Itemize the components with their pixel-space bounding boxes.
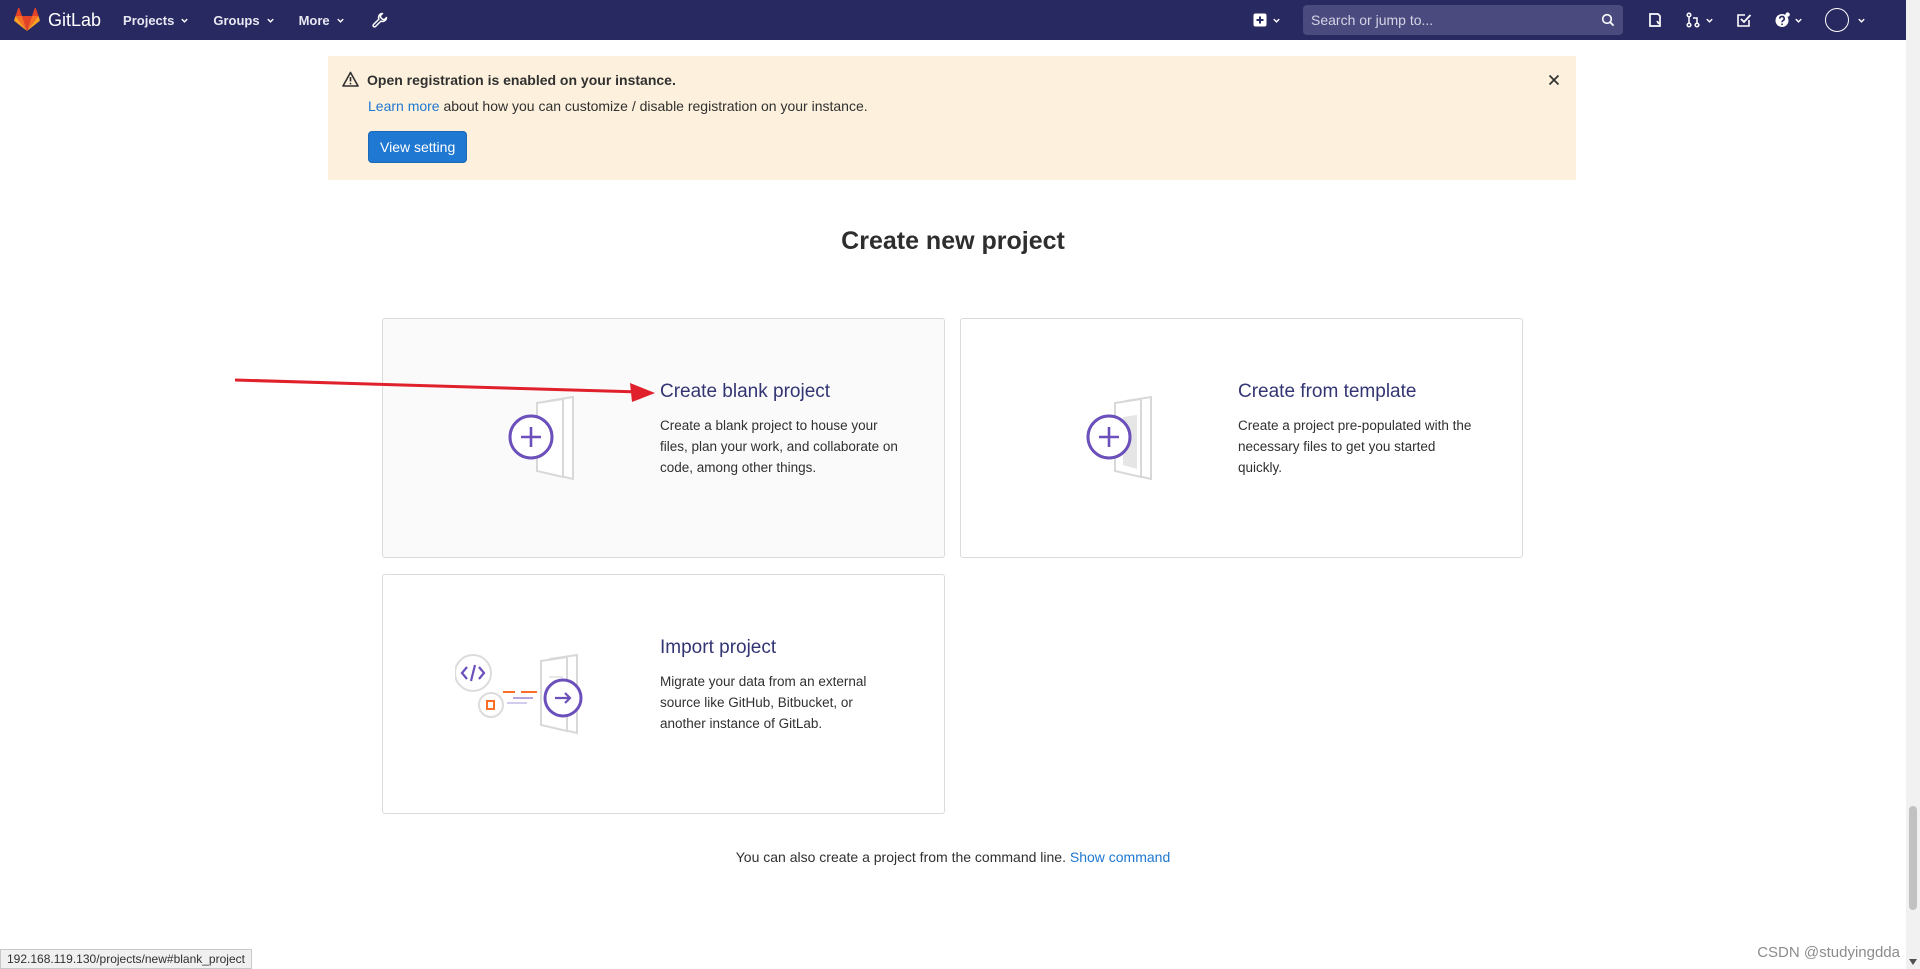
annotation-arrow-icon	[234, 378, 655, 402]
watermark: CSDN @studyingdda	[1757, 944, 1900, 961]
page-title: Create new project	[841, 227, 1065, 255]
card-title: Create from template	[1238, 381, 1417, 402]
card-description: Create a blank project to house your fil…	[660, 418, 898, 475]
chevron-down-icon	[1706, 18, 1713, 23]
import-project-card[interactable]: Import project Migrate your data from an…	[382, 574, 945, 814]
card-description: Create a project pre-populated with the …	[1238, 418, 1472, 475]
template-illustration-icon	[1086, 395, 1152, 481]
chevron-down-icon	[1858, 18, 1865, 23]
import-illustration-icon	[455, 653, 583, 735]
page-scrollbar[interactable]	[1906, 0, 1920, 969]
card-title: Import project	[660, 637, 777, 658]
todo-check-icon	[1737, 14, 1752, 27]
search-input[interactable]	[1311, 12, 1601, 28]
help-question-icon	[1775, 12, 1790, 27]
merge-requests-dropdown[interactable]	[1685, 12, 1714, 28]
plus-square-icon	[1253, 13, 1267, 27]
issues-button[interactable]	[1647, 12, 1663, 28]
nav-projects-label: Projects	[123, 12, 175, 28]
warning-icon	[342, 71, 359, 87]
chevron-down-icon	[181, 18, 189, 23]
nav-more-label: More	[298, 12, 330, 28]
banner-title: Open registration is enabled on your ins…	[342, 71, 676, 88]
search-box[interactable]	[1303, 5, 1623, 35]
nav-more-dropdown[interactable]: More	[299, 13, 345, 28]
nav-groups-dropdown[interactable]: Groups	[213, 13, 274, 28]
gitlab-home-link[interactable]: GitLab	[14, 0, 101, 40]
scrollbar-thumb[interactable]	[1909, 806, 1917, 910]
scroll-down-arrow-icon[interactable]	[1909, 959, 1917, 965]
new-item-dropdown[interactable]	[1252, 12, 1281, 28]
chevron-down-icon	[1273, 18, 1280, 23]
chevron-down-icon	[266, 18, 274, 23]
gitlab-logo-icon	[14, 8, 40, 31]
card-title: Create blank project	[660, 381, 831, 402]
help-dropdown[interactable]	[1774, 12, 1803, 28]
search-icon	[1601, 13, 1615, 27]
user-menu-dropdown[interactable]	[1825, 8, 1866, 32]
chevron-down-icon	[1795, 18, 1802, 23]
create-blank-project-card[interactable]: Create blank project Create a blank proj…	[382, 318, 945, 558]
banner-message-text: about how you can customize / disable re…	[443, 98, 868, 114]
command-line-hint: You can also create a project from the c…	[0, 849, 1906, 865]
close-icon[interactable]	[1546, 72, 1562, 88]
show-command-link[interactable]: Show command	[1070, 849, 1170, 865]
admin-wrench-icon[interactable]	[371, 11, 389, 29]
banner-message: Learn more about how you can customize /…	[368, 98, 868, 114]
command-line-hint-text: You can also create a project from the c…	[735, 849, 1066, 865]
registration-warning-banner: Open registration is enabled on your ins…	[328, 56, 1576, 180]
main-nav-menu: Projects Groups More	[123, 11, 389, 29]
issues-icon	[1649, 13, 1661, 27]
view-setting-button[interactable]: View setting	[368, 131, 468, 163]
nav-projects-dropdown[interactable]: Projects	[123, 13, 189, 28]
learn-more-link[interactable]: Learn more	[368, 98, 440, 114]
nav-groups-label: Groups	[213, 12, 260, 28]
avatar	[1825, 8, 1849, 32]
status-bar-url: 192.168.119.130/projects/new#blank_proje…	[0, 949, 252, 969]
chevron-down-icon	[336, 18, 344, 23]
create-from-template-card[interactable]: Create from template Create a project pr…	[960, 318, 1523, 558]
card-description: Migrate your data from an external sourc…	[660, 674, 867, 731]
top-navbar: GitLab Projects Groups More	[0, 0, 1906, 40]
navbar-right	[1252, 0, 1906, 40]
todos-button[interactable]	[1736, 12, 1752, 28]
brand-name: GitLab	[48, 9, 102, 30]
banner-title-text: Open registration is enabled on your ins…	[367, 71, 676, 88]
merge-request-icon	[1686, 12, 1700, 28]
